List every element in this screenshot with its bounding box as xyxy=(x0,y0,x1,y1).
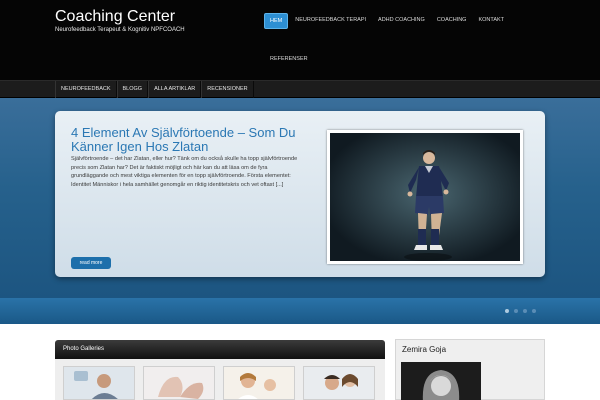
sidebar-widget: Zemira Goja xyxy=(395,339,545,400)
read-more-button[interactable]: read more xyxy=(71,257,111,269)
featured-slider: 4 Element Av Självförtoende – Som Du Kän… xyxy=(0,98,600,324)
subnav-item-neurofeedback[interactable]: NEUROFEEDBACK xyxy=(55,81,117,99)
site-title[interactable]: Coaching Center xyxy=(55,8,175,26)
nav-item-adhd-coaching[interactable]: ADHD COACHING xyxy=(373,13,430,29)
subnav-item-recensioner[interactable]: RECENSIONER xyxy=(201,81,254,99)
site-tagline: Neurofeedback Terapeut & Kognitiv NPFCOA… xyxy=(55,27,185,33)
family-photo xyxy=(224,367,294,399)
nav-item-hem[interactable]: HEM xyxy=(264,13,289,29)
slide-excerpt: Självförtroende – det har Zlatan, eller … xyxy=(71,156,298,189)
slider-dot[interactable] xyxy=(532,309,536,313)
photo-thumb-4[interactable] xyxy=(303,366,375,400)
hands-photo xyxy=(144,367,214,399)
profile-photo[interactable] xyxy=(401,362,481,400)
sidebar-title: Zemira Goja xyxy=(402,345,447,354)
nav-item-referenser[interactable]: REFERENSER xyxy=(270,56,308,62)
man-on-phone-photo xyxy=(64,367,134,399)
slider-dot[interactable] xyxy=(514,309,518,313)
slide-image[interactable] xyxy=(327,130,523,264)
subnav-item-blogg[interactable]: BLOGG xyxy=(116,81,149,99)
site-header: Coaching Center Neurofeedback Terapeut &… xyxy=(0,0,600,80)
woman-portrait xyxy=(401,362,481,400)
featured-slide: 4 Element Av Självförtoende – Som Du Kän… xyxy=(55,111,545,277)
photo-thumb-1[interactable] xyxy=(63,366,135,400)
photo-galleries xyxy=(55,359,385,400)
photo-thumb-3[interactable] xyxy=(223,366,295,400)
slider-pagination xyxy=(505,309,536,313)
secondary-nav: NEUROFEEDBACK BLOGG ALLA ARTIKLAR RECENS… xyxy=(0,80,600,99)
photo-galleries-header: Photo Galleries xyxy=(55,340,385,359)
nav-item-coaching[interactable]: COACHING xyxy=(432,13,472,29)
slide-title[interactable]: 4 Element Av Självförtoende – Som Du Kän… xyxy=(71,126,301,154)
football-player-illustration xyxy=(330,133,520,261)
photo-galleries-title: Photo Galleries xyxy=(63,346,105,352)
subnav-item-alla-artiklar[interactable]: ALLA ARTIKLAR xyxy=(148,81,202,99)
nav-item-kontakt[interactable]: KONTAKT xyxy=(473,13,509,29)
slider-dot[interactable] xyxy=(505,309,509,313)
nav-item-neurofeedback-terapi[interactable]: NEUROFEEDBACK TERAPI xyxy=(290,13,371,29)
couple-photo xyxy=(304,367,374,399)
photo-thumb-2[interactable] xyxy=(143,366,215,400)
slider-dot[interactable] xyxy=(523,309,527,313)
main-nav: HEM NEUROFEEDBACK TERAPI ADHD COACHING C… xyxy=(264,13,511,29)
content-area: Photo Galleries Zemira Goja xyxy=(0,324,600,400)
